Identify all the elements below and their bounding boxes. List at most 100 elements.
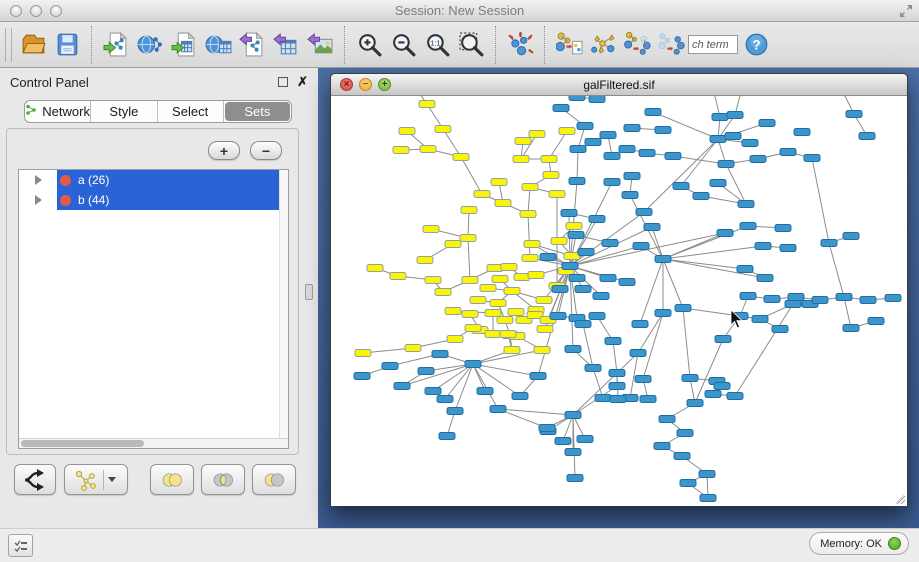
graph-node-blue[interactable] [757, 275, 773, 282]
fullscreen-icon[interactable] [899, 4, 913, 18]
graph-node-blue[interactable] [710, 180, 726, 187]
graph-node-yellow[interactable] [529, 131, 545, 138]
graph-node-blue[interactable] [418, 368, 434, 375]
graph-node-blue[interactable] [604, 153, 620, 160]
graph-node-blue[interactable] [578, 249, 594, 256]
graph-node-blue[interactable] [609, 370, 625, 377]
float-panel-button[interactable] [278, 77, 288, 87]
graph-node-blue[interactable] [885, 295, 901, 302]
graph-node-blue[interactable] [595, 395, 611, 402]
graph-node-blue[interactable] [738, 201, 754, 208]
graph-node-yellow[interactable] [490, 300, 506, 307]
graph-node-yellow[interactable] [480, 285, 496, 292]
graph-node-blue[interactable] [659, 416, 675, 423]
graph-node-blue[interactable] [675, 305, 691, 312]
graph-node-blue[interactable] [780, 245, 796, 252]
graph-node-blue[interactable] [764, 296, 780, 303]
set-intersection-button[interactable] [201, 464, 245, 495]
graph-node-yellow[interactable] [390, 273, 406, 280]
graph-node-blue[interactable] [555, 438, 571, 445]
graph-node-yellow[interactable] [537, 326, 553, 333]
graph-node-blue[interactable] [700, 495, 716, 502]
graph-node-blue[interactable] [673, 183, 689, 190]
graph-node-blue[interactable] [562, 263, 578, 270]
horizontal-scrollbar[interactable] [19, 438, 288, 448]
graph-node-blue[interactable] [585, 139, 601, 146]
graph-node-yellow[interactable] [435, 289, 451, 296]
help-button[interactable]: ? [742, 27, 770, 63]
graph-node-yellow[interactable] [462, 277, 478, 284]
graph-node-blue[interactable] [812, 297, 828, 304]
graph-node-yellow[interactable] [501, 264, 517, 271]
graph-node-blue[interactable] [635, 376, 651, 383]
graph-node-blue[interactable] [677, 430, 693, 437]
graph-node-blue[interactable] [602, 240, 618, 247]
graph-node-blue[interactable] [553, 105, 569, 112]
graph-node-yellow[interactable] [504, 288, 520, 295]
network-graph[interactable] [331, 96, 907, 506]
network-canvas[interactable] [331, 96, 907, 506]
graph-node-yellow[interactable] [435, 126, 451, 133]
graph-node-blue[interactable] [699, 471, 715, 478]
graph-node-blue[interactable] [577, 436, 593, 443]
import-network-file-button[interactable] [99, 27, 133, 63]
graph-node-blue[interactable] [727, 112, 743, 119]
graph-node-blue[interactable] [600, 132, 616, 139]
graph-node-blue[interactable] [665, 153, 681, 160]
graph-node-yellow[interactable] [520, 211, 536, 218]
graph-node-blue[interactable] [645, 109, 661, 116]
graph-node-blue[interactable] [742, 140, 758, 147]
list-item[interactable]: a (26) [19, 170, 288, 190]
graph-node-yellow[interactable] [528, 272, 544, 279]
graph-node-blue[interactable] [727, 393, 743, 400]
subnetwork-from-selection-button[interactable] [552, 27, 586, 63]
graph-node-yellow[interactable] [465, 325, 481, 332]
graph-node-yellow[interactable] [492, 276, 508, 283]
graph-node-yellow[interactable] [549, 191, 565, 198]
graph-node-blue[interactable] [640, 396, 656, 403]
graph-node-yellow[interactable] [534, 347, 550, 354]
graph-node-blue[interactable] [712, 114, 728, 121]
graph-node-blue[interactable] [609, 383, 625, 390]
graph-node-yellow[interactable] [524, 241, 540, 248]
graph-node-blue[interactable] [561, 210, 577, 217]
network-window-titlebar[interactable]: × − + galFiltered.sif [331, 74, 907, 96]
graph-node-blue[interactable] [750, 156, 766, 163]
graph-node-yellow[interactable] [551, 238, 567, 245]
graph-node-blue[interactable] [655, 256, 671, 263]
graph-node-blue[interactable] [490, 406, 506, 413]
graph-node-yellow[interactable] [522, 255, 538, 262]
graph-node-blue[interactable] [759, 120, 775, 127]
graph-node-yellow[interactable] [515, 138, 531, 145]
vertical-scrollbar[interactable] [279, 170, 288, 438]
graph-node-blue[interactable] [780, 149, 796, 156]
graph-node-blue[interactable] [624, 173, 640, 180]
graph-node-blue[interactable] [619, 279, 635, 286]
toolbar-drag-handle[interactable] [5, 28, 12, 62]
graph-node-blue[interactable] [843, 325, 859, 332]
tab-sets[interactable]: Sets [225, 102, 290, 121]
graph-node-blue[interactable] [632, 321, 648, 328]
graph-node-yellow[interactable] [500, 331, 516, 338]
graph-node-blue[interactable] [705, 391, 721, 398]
graph-node-blue[interactable] [437, 396, 453, 403]
import-table-web-button[interactable] [201, 27, 235, 63]
graph-node-yellow[interactable] [485, 310, 501, 317]
graph-node-yellow[interactable] [425, 277, 441, 284]
dropdown-arrow-icon[interactable] [108, 477, 116, 482]
graph-node-blue[interactable] [589, 216, 605, 223]
graph-node-blue[interactable] [687, 400, 703, 407]
graph-node-yellow[interactable] [508, 309, 524, 316]
save-session-button[interactable] [50, 27, 84, 63]
hide-selected-button[interactable] [620, 27, 654, 63]
expand-arrow-icon[interactable] [35, 175, 42, 185]
graph-node-blue[interactable] [715, 336, 731, 343]
graph-node-blue[interactable] [394, 383, 410, 390]
graph-node-blue[interactable] [843, 233, 859, 240]
graph-node-yellow[interactable] [367, 265, 383, 272]
resize-grip-icon[interactable] [893, 492, 906, 505]
graph-node-blue[interactable] [752, 316, 768, 323]
graph-node-blue[interactable] [604, 179, 620, 186]
panel-collapse-handle[interactable] [305, 284, 313, 300]
graph-node-yellow[interactable] [405, 345, 421, 352]
